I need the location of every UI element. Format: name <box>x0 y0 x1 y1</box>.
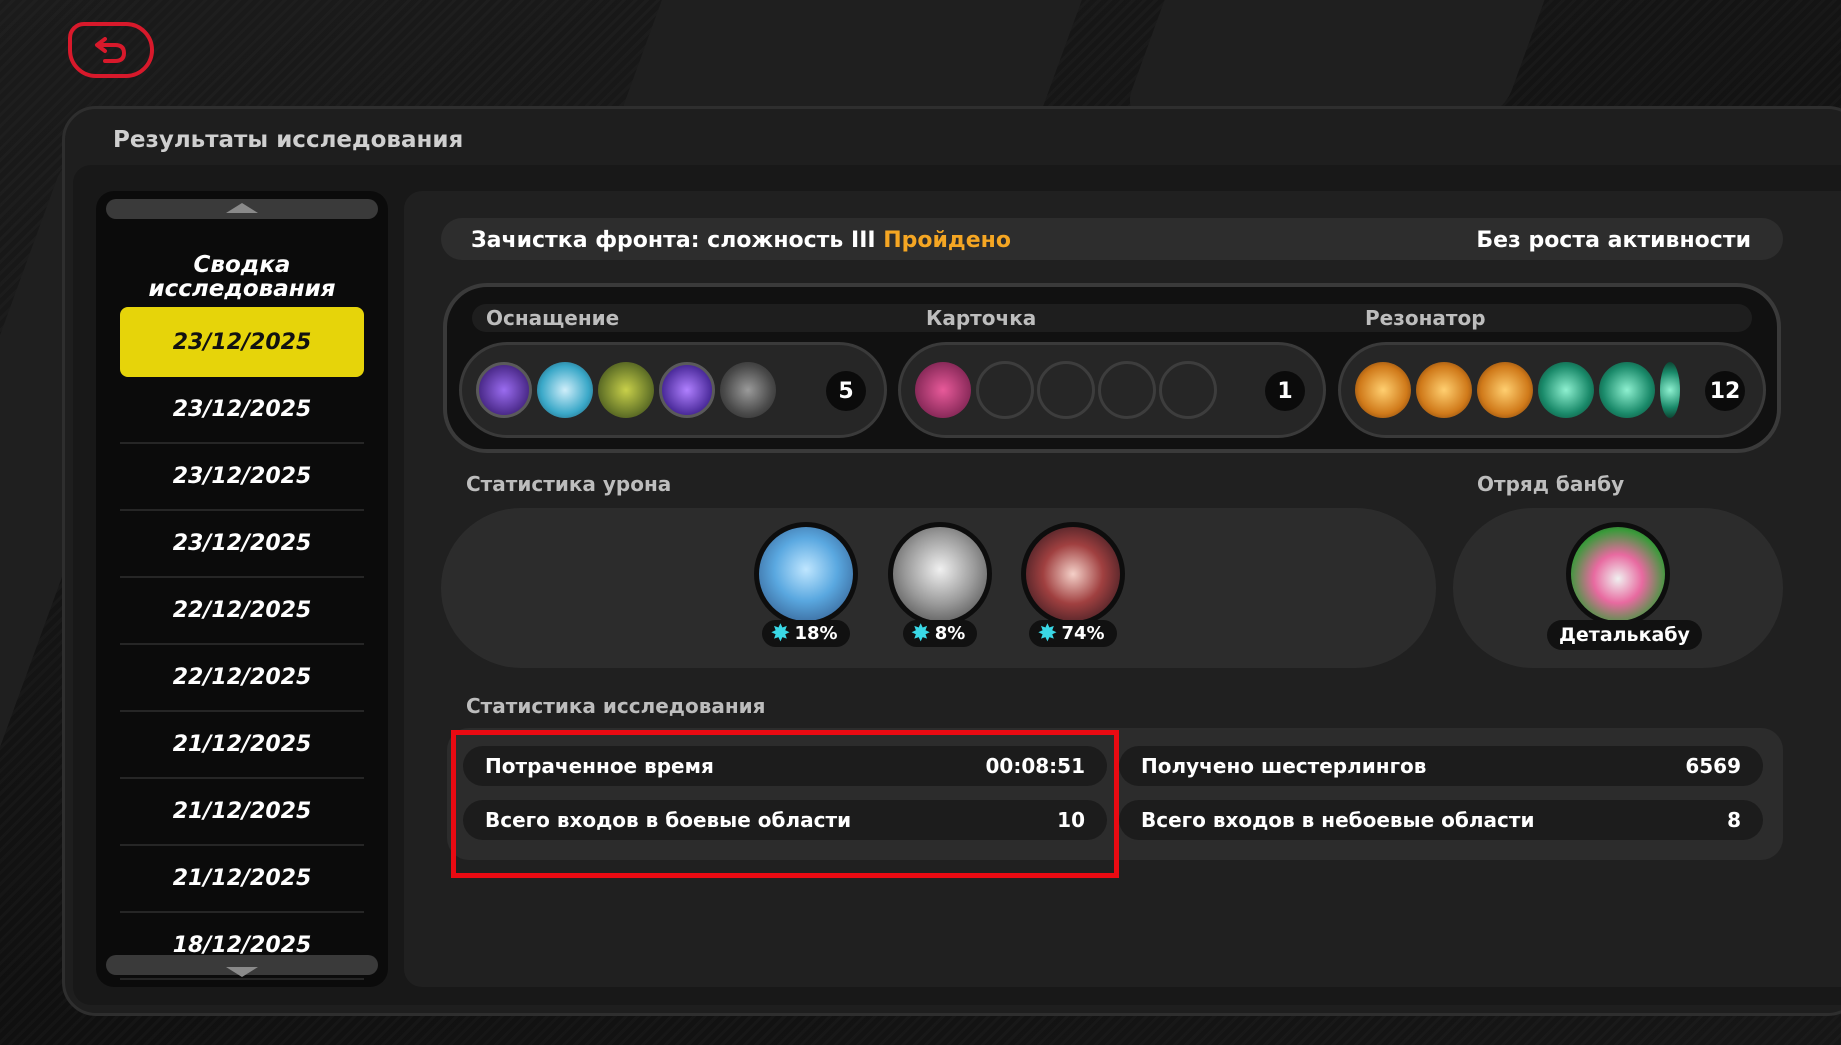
resonator-icon[interactable] <box>1355 362 1411 418</box>
equipment-icon[interactable] <box>598 362 654 418</box>
empty-slot <box>1037 361 1095 419</box>
date-item-active[interactable]: 23/12/2025 <box>120 307 364 377</box>
damage-percent: 8% <box>934 622 966 644</box>
bangboo-label: Отряд банбу <box>1477 472 1625 496</box>
resonator-count: 12 <box>1705 371 1745 411</box>
status-label: Пройдено <box>883 228 1011 253</box>
bangboo-portrait[interactable] <box>1566 522 1670 626</box>
mode-label: Зачистка фронта: сложность III <box>471 228 876 253</box>
empty-slot <box>1098 361 1156 419</box>
damage-stats-label: Статистика урона <box>466 472 672 496</box>
empty-slot <box>976 361 1034 419</box>
summary-bar: Зачистка фронта: сложность III Пройдено … <box>441 218 1783 260</box>
star-icon: ✸ <box>910 619 931 647</box>
mode-summary: Зачистка фронта: сложность III Пройдено <box>471 228 1011 253</box>
gears-value: 6569 <box>1685 754 1741 778</box>
date-item[interactable]: 23/12/2025 <box>120 444 364 511</box>
resonator-icon[interactable] <box>1599 362 1655 418</box>
highlight-box <box>451 730 1119 878</box>
noncombat-label: Всего входов в небоевые области <box>1141 808 1535 832</box>
bangboo-name: Деталькабу <box>1547 620 1702 650</box>
arrow-up-icon <box>226 203 258 213</box>
resonator-group[interactable]: 12 <box>1338 342 1766 438</box>
equipment-icon[interactable] <box>476 362 532 418</box>
panel-title: Результаты исследования <box>113 127 464 153</box>
damage-share: ✸ 74% <box>1029 619 1117 647</box>
resonator-icon[interactable] <box>1660 362 1680 418</box>
date-item[interactable]: 21/12/2025 <box>120 846 364 913</box>
date-list: 23/12/2025 23/12/2025 23/12/2025 23/12/2… <box>120 307 364 980</box>
gears-label: Получено шестерлингов <box>1141 754 1427 778</box>
back-button[interactable] <box>68 22 154 78</box>
card-group[interactable]: 1 <box>898 342 1326 438</box>
equipment-icon[interactable] <box>537 362 593 418</box>
resonator-icon[interactable] <box>1538 362 1594 418</box>
resonator-icon[interactable] <box>1416 362 1472 418</box>
back-arrow-icon <box>95 37 127 63</box>
agent-portrait[interactable] <box>888 522 992 626</box>
stat-gears-row: Получено шестерлингов 6569 <box>1119 746 1763 786</box>
arrow-down-icon <box>226 967 258 977</box>
date-item[interactable]: 21/12/2025 <box>120 712 364 779</box>
date-item[interactable]: 22/12/2025 <box>120 578 364 645</box>
damage-stats-box: ✸ 18% ✸ 8% ✸ 74% <box>441 508 1436 668</box>
equipment-count: 5 <box>826 371 866 411</box>
card-icon[interactable] <box>915 362 971 418</box>
date-item[interactable]: 23/12/2025 <box>120 511 364 578</box>
sidebar-heading: Сводка исследования <box>148 252 336 302</box>
damage-percent: 74% <box>1061 622 1105 644</box>
empty-slot <box>1159 361 1217 419</box>
star-icon: ✸ <box>1037 619 1058 647</box>
bangboo-box: Деталькабу <box>1453 508 1783 668</box>
agent-card[interactable]: ✸ 74% <box>1019 522 1127 647</box>
noncombat-value: 8 <box>1727 808 1741 832</box>
agent-portrait[interactable] <box>1021 522 1125 626</box>
scroll-up-button[interactable] <box>106 199 378 219</box>
loadout-headers: Оснащение Карточка Резонатор <box>472 304 1752 332</box>
damage-share: ✸ 8% <box>902 619 978 647</box>
equipment-icon[interactable] <box>659 362 715 418</box>
activity-label: Без роста активности <box>1476 228 1751 253</box>
resonator-icon[interactable] <box>1477 362 1533 418</box>
star-icon: ✸ <box>770 619 791 647</box>
scroll-down-button[interactable] <box>106 955 378 977</box>
resonator-header: Резонатор <box>1365 306 1486 330</box>
damage-share: ✸ 18% <box>762 619 850 647</box>
date-item[interactable]: 22/12/2025 <box>120 645 364 712</box>
equipment-icon[interactable] <box>720 362 776 418</box>
exploration-stats-label: Статистика исследования <box>466 694 766 718</box>
date-item[interactable]: 21/12/2025 <box>120 779 364 846</box>
equipment-header: Оснащение <box>486 306 620 330</box>
agent-portrait[interactable] <box>754 522 858 626</box>
date-sidebar: Сводка исследования 23/12/2025 23/12/202… <box>96 191 388 987</box>
agent-card[interactable]: ✸ 18% <box>752 522 860 647</box>
date-item[interactable]: 23/12/2025 <box>120 377 364 444</box>
card-header: Карточка <box>926 306 1037 330</box>
agent-card[interactable]: ✸ 8% <box>886 522 994 647</box>
equipment-group[interactable]: 5 <box>459 342 887 438</box>
background-shape <box>1120 0 1560 120</box>
card-count: 1 <box>1265 371 1305 411</box>
stat-noncombat-row: Всего входов в небоевые области 8 <box>1119 800 1763 840</box>
damage-percent: 18% <box>794 622 838 644</box>
